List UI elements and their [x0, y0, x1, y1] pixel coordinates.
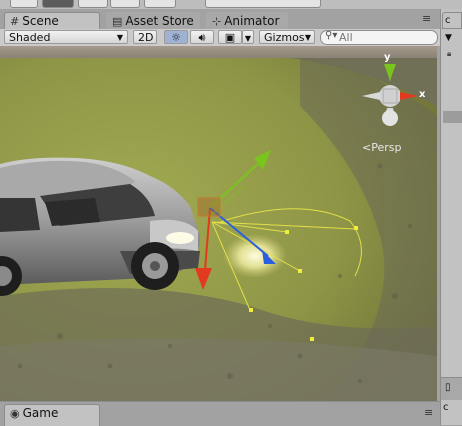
- projection-toggle[interactable]: <Persp: [362, 141, 401, 154]
- scene-grid-icon: #: [10, 15, 20, 28]
- panel-tab-icon[interactable]: ▯: [445, 382, 451, 393]
- pivot-toggle-button[interactable]: [205, 0, 321, 8]
- sun-icon: ☼: [171, 31, 181, 44]
- dropdown-arrow-icon: ▼: [116, 33, 123, 42]
- panel-menu-icon[interactable]: ▼: [445, 33, 452, 43]
- gizmos-dropdown[interactable]: Gizmos ▼: [259, 30, 315, 44]
- tab-game[interactable]: ◉ Game: [4, 404, 100, 426]
- scene-search-input[interactable]: ⚲▾ All: [320, 30, 438, 45]
- move-tool-button[interactable]: [42, 0, 74, 8]
- rect-tool-button[interactable]: [144, 0, 176, 8]
- tab-animator[interactable]: ⊹ Animator: [206, 12, 288, 29]
- effects-dropdown[interactable]: ▼: [242, 30, 254, 44]
- hand-tool-button[interactable]: [10, 0, 38, 8]
- scene-render: [0, 46, 437, 401]
- dropdown-arrow-icon: ▼: [244, 34, 252, 43]
- axis-x-label: x: [419, 89, 426, 100]
- speaker-icon: 🔊︎: [198, 31, 206, 44]
- game-icon: ◉: [10, 407, 20, 420]
- dropdown-arrow-icon: ▼: [304, 33, 311, 42]
- project-tab-edge[interactable]: c: [443, 402, 449, 413]
- tab-scene[interactable]: # Scene: [4, 12, 100, 29]
- hierarchy-tab-edge[interactable]: c: [442, 12, 462, 29]
- panel-menu-icon[interactable]: ≡: [424, 406, 433, 419]
- scene-toolbar: Shaded ▼ 2D ☼ 🔊︎ ▣ ▼ Gizmos ▼ ⚲▾ All: [0, 29, 440, 47]
- panel-scrollbar[interactable]: [443, 111, 462, 123]
- game-tab-bar: ◉ Game ≡: [0, 401, 440, 426]
- image-icon: ▣: [224, 31, 236, 44]
- scene-lighting-button[interactable]: ☼: [164, 30, 188, 44]
- bottom-right-panel-edge: ▯: [441, 377, 462, 400]
- scene-viewport[interactable]: y x <Persp: [0, 46, 437, 401]
- tab-asset-store[interactable]: ▤ Asset Store: [106, 12, 200, 29]
- inspector-panel-edge: c ▼ 🔒︎ ▯ c: [440, 9, 462, 425]
- rotate-tool-button[interactable]: [78, 0, 108, 8]
- search-icon: ⚲▾: [325, 30, 338, 41]
- scene-audio-button[interactable]: 🔊︎: [190, 30, 214, 44]
- asset-store-icon: ▤: [112, 15, 123, 28]
- top-toolbar-strip: [0, 0, 462, 9]
- animator-icon: ⊹: [212, 15, 222, 28]
- panel-menu-icon[interactable]: ≡: [422, 12, 431, 25]
- light-glow: [223, 234, 287, 278]
- scene-tab-bar: # Scene ▤ Asset Store ⊹ Animator ≡: [0, 9, 440, 30]
- draw-mode-dropdown[interactable]: Shaded ▼: [4, 30, 128, 44]
- scene-effects-button[interactable]: ▣: [218, 30, 242, 44]
- axis-y-label: y: [384, 52, 391, 63]
- lock-icon[interactable]: 🔒︎: [447, 49, 451, 59]
- scale-tool-button[interactable]: [110, 0, 140, 8]
- perspective-icon: <: [362, 141, 372, 154]
- 2d-mode-button[interactable]: 2D: [133, 30, 157, 44]
